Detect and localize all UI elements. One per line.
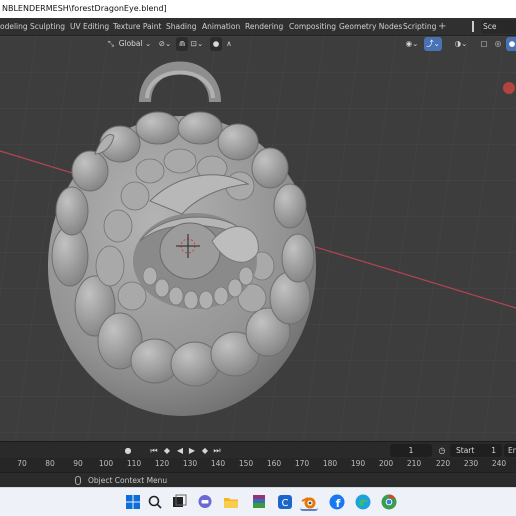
start-frame-field[interactable]: Start 1 xyxy=(450,444,502,457)
tab-sculpting[interactable]: Sculpting xyxy=(30,18,65,36)
play-reverse-icon[interactable]: ◀ xyxy=(174,444,186,457)
timeline-controls: ● ⏮ ◆ ◀ ▶ ◆ ⏭ 1 ◷ Start 1 En xyxy=(0,441,516,458)
jump-keyframe-forward-icon[interactable]: ◆ xyxy=(199,444,211,457)
jump-start-icon[interactable]: ⏮ xyxy=(148,444,160,457)
transform-orientation-label: Global xyxy=(118,39,143,48)
proportional-editing-icon[interactable]: ● xyxy=(210,37,222,51)
ruler-tick: 90 xyxy=(73,459,83,468)
ruler-tick: 220 xyxy=(435,459,451,468)
transform-orientation-dropdown[interactable]: Global ⌄ xyxy=(116,37,154,51)
end-frame-field[interactable]: En xyxy=(504,444,516,457)
file-explorer-icon[interactable] xyxy=(222,493,240,511)
orientation-icon[interactable]: ⤡ xyxy=(106,37,116,51)
viewport-grid xyxy=(0,36,516,441)
tab-animation[interactable]: Animation xyxy=(202,18,240,36)
snap-target-icon[interactable]: ⊡⌄ xyxy=(188,37,206,51)
status-bar: Object Context Menu xyxy=(0,472,516,487)
ruler-tick: 80 xyxy=(45,459,55,468)
overlays-icon[interactable]: ◑⌄ xyxy=(452,37,470,51)
scene-selector[interactable]: Sce xyxy=(481,20,516,34)
scene-icon xyxy=(472,21,478,32)
3d-viewport[interactable]: ⤡ Global ⌄ ⊘⌄ ⋒ ⊡⌄ ● ∧ ◉⌄ ⤴⌄ ◑⌄ ▢ ◎ ● xyxy=(0,36,516,441)
tab-shading[interactable]: Shading xyxy=(166,18,196,36)
tab-texture-paint[interactable]: Texture Paint xyxy=(113,18,161,36)
solid-shading-icon[interactable]: ● xyxy=(506,37,516,51)
ruler-tick: 70 xyxy=(17,459,27,468)
start-label: Start xyxy=(456,446,475,455)
record-icon[interactable]: ● xyxy=(122,444,134,457)
pivot-icon[interactable]: ⊘⌄ xyxy=(156,37,174,51)
frame-ruler[interactable]: 70 80 90 100 110 120 130 140 150 160 170… xyxy=(0,458,516,472)
tab-geometry-nodes[interactable]: Geometry Nodes xyxy=(339,18,402,36)
blender-icon[interactable] xyxy=(300,493,318,511)
tab-rendering[interactable]: Rendering xyxy=(245,18,283,36)
windows-taskbar: C f xyxy=(0,487,516,516)
add-workspace-button[interactable]: + xyxy=(438,18,446,35)
chat-icon[interactable] xyxy=(196,493,214,511)
navigation-gizmo-x[interactable] xyxy=(503,82,515,94)
falloff-icon[interactable]: ∧ xyxy=(222,37,236,51)
tab-uv-editing[interactable]: UV Editing xyxy=(70,18,109,36)
svg-text:C: C xyxy=(282,498,289,509)
task-view-icon[interactable] xyxy=(170,493,188,511)
ruler-tick: 120 xyxy=(154,459,170,468)
ruler-tick: 230 xyxy=(463,459,479,468)
facebook-icon[interactable]: f xyxy=(328,493,346,511)
ruler-tick: 140 xyxy=(210,459,226,468)
stopwatch-icon[interactable]: ◷ xyxy=(436,444,448,457)
window-title: NBLENDERMESH\forestDragonEye.blend] xyxy=(0,0,516,18)
app-icon[interactable]: C xyxy=(276,493,294,511)
chrome-icon[interactable] xyxy=(380,493,398,511)
ruler-tick: 160 xyxy=(266,459,282,468)
ruler-tick: 180 xyxy=(322,459,338,468)
viewport-header: ⤡ Global ⌄ ⊘⌄ ⋒ ⊡⌄ ● ∧ ◉⌄ ⤴⌄ ◑⌄ ▢ ◎ ● xyxy=(0,36,516,52)
dragon-eye-mesh xyxy=(48,111,316,416)
windows-start-icon[interactable] xyxy=(124,493,142,511)
ruler-tick: 190 xyxy=(350,459,366,468)
play-icon[interactable]: ▶ xyxy=(186,444,198,457)
jump-end-icon[interactable]: ⏭ xyxy=(211,444,223,457)
jump-keyframe-back-icon[interactable]: ◆ xyxy=(161,444,173,457)
wireframe-shading-icon[interactable]: ◎ xyxy=(492,37,504,51)
current-frame-field[interactable]: 1 xyxy=(390,444,432,457)
ruler-tick: 170 xyxy=(294,459,310,468)
ruler-tick: 130 xyxy=(182,459,198,468)
edge-icon[interactable] xyxy=(354,493,372,511)
gizmo-toggle-icon[interactable]: ⤴⌄ xyxy=(424,37,442,51)
status-hint: Object Context Menu xyxy=(88,476,168,485)
search-icon[interactable] xyxy=(146,493,164,511)
magnet-icon[interactable]: ⋒ xyxy=(176,37,188,51)
visibility-icon[interactable]: ◉⌄ xyxy=(404,37,420,51)
tab-compositing[interactable]: Compositing xyxy=(289,18,336,36)
ruler-tick: 110 xyxy=(126,459,142,468)
ruler-tick: 210 xyxy=(406,459,422,468)
mouse-right-icon xyxy=(75,476,81,485)
ruler-tick: 200 xyxy=(378,459,394,468)
start-value: 1 xyxy=(491,446,496,455)
workspace-tab-bar: odeling Sculpting UV Editing Texture Pai… xyxy=(0,18,516,36)
tab-modeling[interactable]: odeling xyxy=(0,18,28,36)
ruler-tick: 150 xyxy=(238,459,254,468)
tab-scripting[interactable]: Scripting xyxy=(403,18,436,36)
ruler-tick: 100 xyxy=(98,459,114,468)
ruler-tick: 240 xyxy=(491,459,507,468)
winrar-icon[interactable] xyxy=(250,493,268,511)
xray-icon[interactable]: ▢ xyxy=(478,37,490,51)
svg-text:f: f xyxy=(336,497,341,510)
